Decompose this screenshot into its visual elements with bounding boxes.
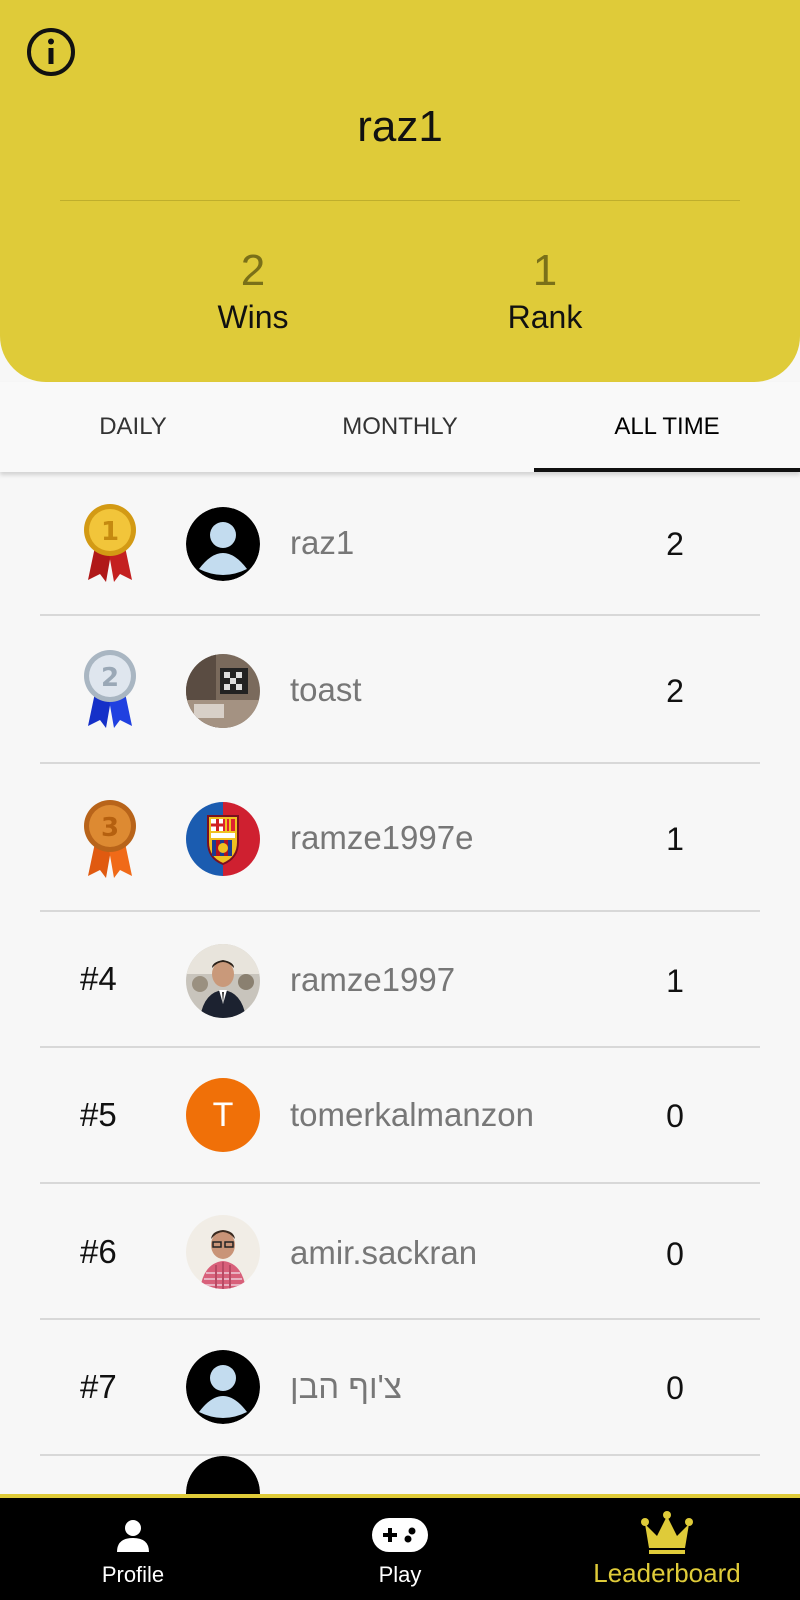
wins-stat: 2 Wins bbox=[133, 245, 373, 337]
leaderboard-row[interactable]: #7 צ'וף הבן 0 bbox=[0, 1320, 800, 1456]
avatar bbox=[186, 507, 260, 581]
nav-profile[interactable]: Profile bbox=[0, 1498, 266, 1600]
info-icon[interactable] bbox=[26, 27, 76, 77]
default-avatar-icon bbox=[186, 1350, 260, 1424]
leaderboard-row[interactable]: 1 raz1 2 bbox=[0, 472, 800, 616]
bottom-navigation: Profile Play Leaderboard bbox=[0, 1494, 800, 1600]
room-photo bbox=[186, 654, 260, 728]
rank-label: #5 bbox=[80, 1096, 117, 1133]
tab-all-time[interactable]: ALL TIME bbox=[534, 382, 800, 472]
header-username: raz1 bbox=[357, 102, 443, 151]
leaderboard-row[interactable]: #4 ramze1997 1 bbox=[0, 912, 800, 1048]
nav-leaderboard-label: Leaderboard bbox=[593, 1558, 741, 1588]
rank-value: 1 bbox=[532, 246, 558, 295]
man-with-glasses-photo bbox=[186, 1215, 260, 1289]
man-in-suit-photo bbox=[186, 944, 260, 1018]
avatar bbox=[186, 944, 260, 1018]
rank-label: #6 bbox=[80, 1233, 117, 1270]
bronze-medal-icon: 3 bbox=[75, 798, 145, 882]
rank-label: #7 bbox=[80, 1368, 117, 1405]
club-crest-image bbox=[186, 802, 260, 876]
gamepad-icon bbox=[372, 1518, 428, 1552]
player-score: 2 bbox=[666, 526, 684, 562]
avatar bbox=[186, 1215, 260, 1289]
wins-label: Wins bbox=[217, 299, 289, 335]
svg-text:2: 2 bbox=[101, 663, 119, 693]
nav-play[interactable]: Play bbox=[267, 1498, 533, 1600]
profile-header: raz1 2 Wins 1 Rank bbox=[0, 0, 800, 382]
player-score: 1 bbox=[666, 963, 684, 999]
silver-medal-icon: 2 bbox=[75, 648, 145, 732]
avatar bbox=[186, 1350, 260, 1424]
rank-label: #4 bbox=[80, 960, 117, 997]
nav-leaderboard[interactable]: Leaderboard bbox=[534, 1498, 800, 1600]
svg-text:1: 1 bbox=[101, 517, 119, 547]
rank-label: Rank bbox=[507, 299, 583, 335]
leaderboard-row[interactable]: 3 ramze1997e 1 bbox=[0, 764, 800, 912]
player-score: 1 bbox=[666, 821, 684, 857]
leaderboard-list[interactable]: 1 raz1 2 2 toast 2 3 ramze1997e 1 #4 ram… bbox=[0, 472, 800, 1494]
player-score: 2 bbox=[666, 673, 684, 709]
player-score: 0 bbox=[666, 1370, 684, 1406]
leaderboard-row[interactable] bbox=[0, 1456, 800, 1494]
svg-text:3: 3 bbox=[101, 813, 119, 843]
nav-profile-label: Profile bbox=[101, 1562, 165, 1587]
rank-stat: 1 Rank bbox=[425, 245, 665, 337]
player-score: 0 bbox=[666, 1236, 684, 1272]
tab-daily[interactable]: DAILY bbox=[0, 382, 266, 472]
nav-play-label: Play bbox=[378, 1562, 422, 1587]
leaderboard-row[interactable]: #6 amir.sackran 0 bbox=[0, 1184, 800, 1320]
gold-medal-icon: 1 bbox=[75, 502, 145, 586]
leaderboard-row[interactable]: 2 toast 2 bbox=[0, 616, 800, 764]
header-divider bbox=[60, 200, 740, 201]
avatar bbox=[186, 802, 260, 876]
player-name: amir.sackran bbox=[290, 1234, 478, 1271]
player-name: toast bbox=[290, 671, 362, 708]
default-avatar-icon bbox=[186, 507, 260, 581]
crown-icon bbox=[641, 1511, 693, 1554]
player-score: 0 bbox=[666, 1098, 684, 1134]
wins-value: 2 bbox=[240, 246, 266, 295]
default-avatar-icon bbox=[186, 1456, 260, 1494]
player-name: tomerkalmanzon bbox=[290, 1096, 534, 1133]
period-tabs: DAILY MONTHLY ALL TIME bbox=[0, 382, 800, 472]
player-name: ramze1997e bbox=[290, 819, 474, 856]
leaderboard-row[interactable]: #5 T tomerkalmanzon 0 bbox=[0, 1048, 800, 1184]
avatar bbox=[186, 654, 260, 728]
player-name: צ'וף הבן bbox=[290, 1368, 402, 1405]
player-name: ramze1997 bbox=[290, 961, 456, 998]
letter-avatar: T bbox=[186, 1078, 260, 1152]
person-icon bbox=[117, 1520, 149, 1552]
tab-monthly[interactable]: MONTHLY bbox=[267, 382, 533, 472]
player-name: raz1 bbox=[290, 524, 355, 561]
avatar-letter: T bbox=[212, 1095, 234, 1134]
